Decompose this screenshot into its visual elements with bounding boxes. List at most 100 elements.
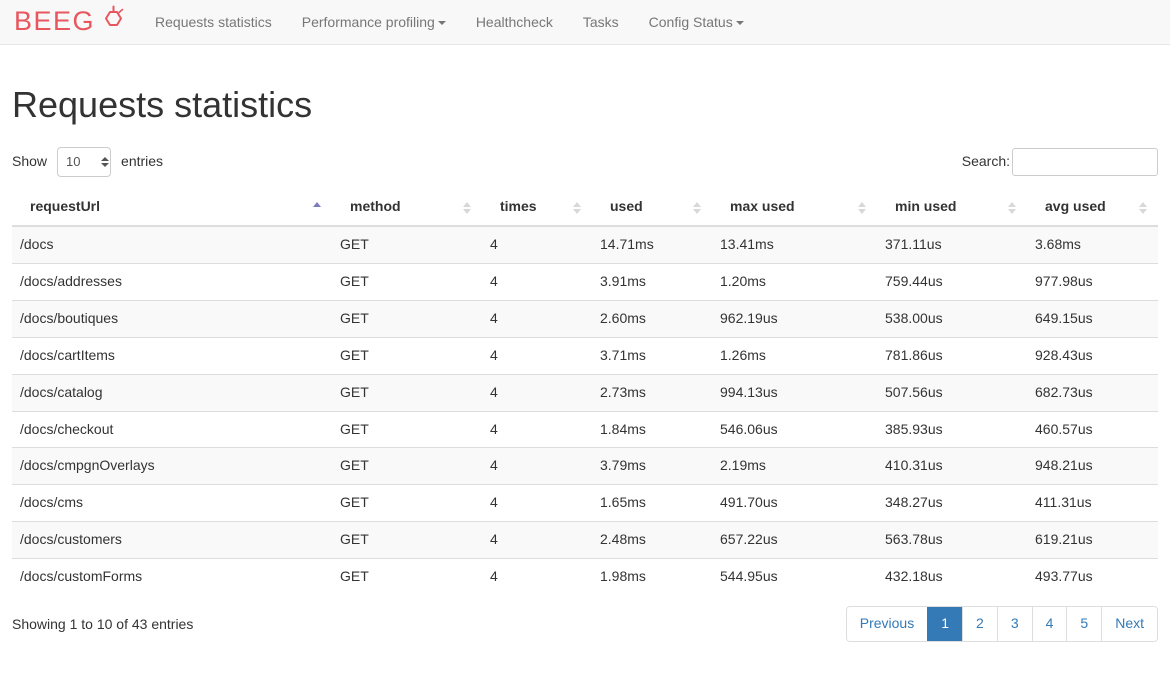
cell-requestUrl: /docs/boutiques xyxy=(12,300,332,337)
cell-used: 1.65ms xyxy=(592,485,712,522)
column-header-used[interactable]: used xyxy=(592,189,712,226)
cell-max-used: 1.26ms xyxy=(712,337,877,374)
nav-item-3[interactable]: Tasks xyxy=(568,0,634,45)
cell-min-used: 348.27us xyxy=(877,485,1027,522)
cell-method: GET xyxy=(332,411,482,448)
cell-max-used: 544.95us xyxy=(712,559,877,595)
nav-config-status[interactable]: Config Status xyxy=(634,0,759,45)
pagination-page-2[interactable]: 2 xyxy=(962,607,997,641)
pagination-previous-link[interactable]: Previous xyxy=(847,607,927,641)
pagination-page-3[interactable]: 3 xyxy=(997,607,1032,641)
sort-both-icon xyxy=(1008,202,1017,214)
cell-min-used: 781.86us xyxy=(877,337,1027,374)
nav-item-0[interactable]: Requests statistics xyxy=(140,0,287,45)
table-info: Showing 1 to 10 of 43 entries xyxy=(12,613,193,635)
pagination-page-4[interactable]: 4 xyxy=(1032,607,1067,641)
sort-both-icon xyxy=(693,202,702,214)
cell-min-used: 538.00us xyxy=(877,300,1027,337)
search-input[interactable] xyxy=(1012,148,1158,176)
table-row: /docsGET414.71ms13.41ms371.11us3.68ms xyxy=(12,226,1158,263)
page-length-label: Show 10 25 50 100 entries xyxy=(12,147,163,177)
cell-times: 4 xyxy=(482,263,592,300)
table-row: /docs/checkoutGET41.84ms546.06us385.93us… xyxy=(12,411,1158,448)
nav-item-2[interactable]: Healthcheck xyxy=(461,0,568,45)
cell-requestUrl: /docs/cartItems xyxy=(12,337,332,374)
entries-label: entries xyxy=(121,152,163,172)
column-header-min-used[interactable]: min used xyxy=(877,189,1027,226)
nav-performance-profiling[interactable]: Performance profiling xyxy=(287,0,461,45)
table-row: /docs/cartItemsGET43.71ms1.26ms781.86us9… xyxy=(12,337,1158,374)
column-header-requesturl[interactable]: requestUrl xyxy=(12,189,332,226)
cell-method: GET xyxy=(332,374,482,411)
cell-times: 4 xyxy=(482,300,592,337)
cell-used: 2.48ms xyxy=(592,522,712,559)
cell-method: GET xyxy=(332,559,482,595)
cell-requestUrl: /docs/cmpgnOverlays xyxy=(12,448,332,485)
nav-label: Tasks xyxy=(583,14,619,30)
cell-method: GET xyxy=(332,226,482,263)
cell-times: 4 xyxy=(482,559,592,595)
cell-min-used: 385.93us xyxy=(877,411,1027,448)
column-header-avg-used[interactable]: avg used xyxy=(1027,189,1158,226)
pagination-page-5[interactable]: 5 xyxy=(1066,607,1101,641)
cell-requestUrl: /docs/checkout xyxy=(12,411,332,448)
cell-method: GET xyxy=(332,337,482,374)
pagination-next[interactable]: Next xyxy=(1101,607,1157,641)
cell-max-used: 491.70us xyxy=(712,485,877,522)
search-label-wrap: Search: xyxy=(962,148,1158,176)
cell-used: 3.71ms xyxy=(592,337,712,374)
nav-healthcheck[interactable]: Healthcheck xyxy=(461,0,568,45)
cell-min-used: 759.44us xyxy=(877,263,1027,300)
cell-max-used: 2.19ms xyxy=(712,448,877,485)
cell-avg-used: 3.68ms xyxy=(1027,226,1158,263)
cell-avg-used: 493.77us xyxy=(1027,559,1158,595)
page-length-select-wrap: 10 25 50 100 xyxy=(52,147,116,177)
pagination-page-1[interactable]: 1 xyxy=(927,607,962,641)
cell-max-used: 962.19us xyxy=(712,300,877,337)
cell-used: 3.79ms xyxy=(592,448,712,485)
cell-min-used: 432.18us xyxy=(877,559,1027,595)
cell-times: 4 xyxy=(482,485,592,522)
pagination-page-1-link[interactable]: 1 xyxy=(927,607,962,641)
sort-both-icon xyxy=(1139,202,1148,214)
pagination-page-4-link[interactable]: 4 xyxy=(1032,607,1067,641)
cell-min-used: 410.31us xyxy=(877,448,1027,485)
column-label: method xyxy=(350,198,401,214)
chevron-down-icon xyxy=(438,21,446,25)
cell-max-used: 994.13us xyxy=(712,374,877,411)
pagination-page-5-link[interactable]: 5 xyxy=(1066,607,1101,641)
table-body: /docsGET414.71ms13.41ms371.11us3.68ms/do… xyxy=(12,226,1158,596)
cell-used: 3.91ms xyxy=(592,263,712,300)
cell-method: GET xyxy=(332,522,482,559)
pagination-next-link[interactable]: Next xyxy=(1101,607,1157,641)
cell-method: GET xyxy=(332,300,482,337)
show-label: Show xyxy=(12,152,47,172)
column-header-method[interactable]: method xyxy=(332,189,482,226)
nav-item-4[interactable]: Config Status xyxy=(634,0,759,45)
cell-min-used: 371.11us xyxy=(877,226,1027,263)
cell-used: 14.71ms xyxy=(592,226,712,263)
nav-requests-statistics[interactable]: Requests statistics xyxy=(140,0,287,45)
pagination-previous[interactable]: Previous xyxy=(847,607,927,641)
nav-label: Healthcheck xyxy=(476,14,553,30)
nav-item-1[interactable]: Performance profiling xyxy=(287,0,461,45)
brand-logo[interactable]: BEEG xyxy=(14,0,140,45)
cell-used: 2.73ms xyxy=(592,374,712,411)
table-row: /docs/catalogGET42.73ms994.13us507.56us6… xyxy=(12,374,1158,411)
cell-max-used: 546.06us xyxy=(712,411,877,448)
cell-method: GET xyxy=(332,448,482,485)
cell-max-used: 1.20ms xyxy=(712,263,877,300)
cell-max-used: 13.41ms xyxy=(712,226,877,263)
cell-avg-used: 977.98us xyxy=(1027,263,1158,300)
pagination-page-3-link[interactable]: 3 xyxy=(997,607,1032,641)
pagination-page-2-link[interactable]: 2 xyxy=(962,607,997,641)
page-length-select[interactable]: 10 25 50 100 xyxy=(57,147,111,177)
main-container: Requests statistics Show 10 25 50 100 en… xyxy=(0,85,1170,642)
datatable-controls: Show 10 25 50 100 entries Search: xyxy=(12,145,1158,179)
nav-label: Config Status xyxy=(649,14,733,30)
cell-min-used: 507.56us xyxy=(877,374,1027,411)
nav-tasks[interactable]: Tasks xyxy=(568,0,634,45)
column-header-max-used[interactable]: max used xyxy=(712,189,877,226)
column-header-times[interactable]: times xyxy=(482,189,592,226)
cell-method: GET xyxy=(332,263,482,300)
